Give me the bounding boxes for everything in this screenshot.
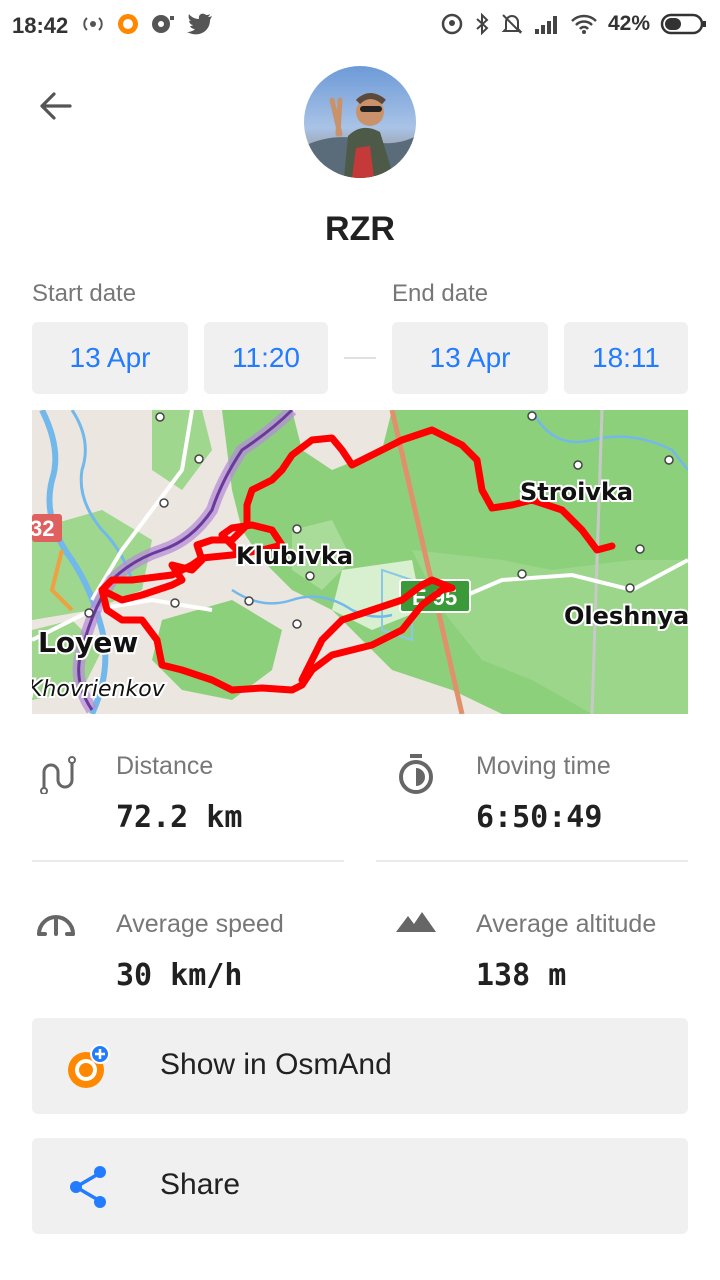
distance-value: 72.2 km [116,800,243,835]
average-altitude-value: 138 m [476,958,567,993]
speedometer-icon [37,915,75,936]
average-altitude-label: Average altitude [476,910,657,938]
moving-time-label: Moving time [476,752,611,780]
osmand-icon [68,1044,110,1088]
map-label-khovrienkov: Khovrienkov [32,677,166,702]
stats-divider-right [376,860,688,862]
hotspot-icon [83,17,103,31]
map-label-klubivka: Klubivka [236,542,353,570]
stats-divider-left [32,860,344,862]
moving-time-value: 6:50:49 [476,800,603,835]
end-time-button[interactable]: 18:11 [564,322,688,394]
share-label: Share [160,1168,241,1201]
svg-text:32: 32 [32,516,54,541]
map-label-oleshnya: Oleshnya [564,602,688,630]
stopwatch-icon [399,754,433,794]
osmand-notification-icon [118,14,138,34]
avatar [304,66,416,178]
distance-icon [40,756,76,794]
status-bar: 18:42 42% [0,0,720,50]
start-date-button[interactable]: 13 Apr [32,322,188,394]
show-in-osmand-label: Show in OsmAnd [160,1048,392,1081]
battery-icon [660,13,706,35]
end-date-button[interactable]: 13 Apr [392,322,548,394]
start-date-label: Start date [32,280,137,307]
status-time: 18:42 [12,13,69,38]
map-label-stroivka: Stroivka [520,478,633,506]
back-button[interactable] [30,84,82,128]
bluetooth-icon [476,12,489,36]
location-icon [441,13,463,35]
wifi-icon [571,14,597,34]
map-label-loyew: Loyew [38,626,138,659]
twitter-icon [187,13,212,35]
record-icon [152,15,174,33]
average-speed-value: 30 km/h [116,958,243,993]
date-range-divider [344,357,376,359]
end-date-label: End date [392,280,489,307]
share-icon [70,1166,106,1208]
user-name: RZR [325,210,395,248]
distance-label: Distance [116,752,214,780]
show-in-osmand-button[interactable]: Show in OsmAnd [32,1018,688,1114]
share-button[interactable]: Share [32,1138,688,1234]
silent-icon [501,14,523,34]
mountain-icon [396,912,436,932]
start-time-button[interactable]: 11:20 [204,322,328,394]
battery-percentage: 42% [607,12,650,35]
arrow-left-icon [40,92,72,120]
track-map[interactable]: 32 E 95 Stroivka Klubivka Oleshnya Loyew… [32,410,688,714]
signal-icon [534,16,557,34]
average-speed-label: Average speed [116,910,284,938]
